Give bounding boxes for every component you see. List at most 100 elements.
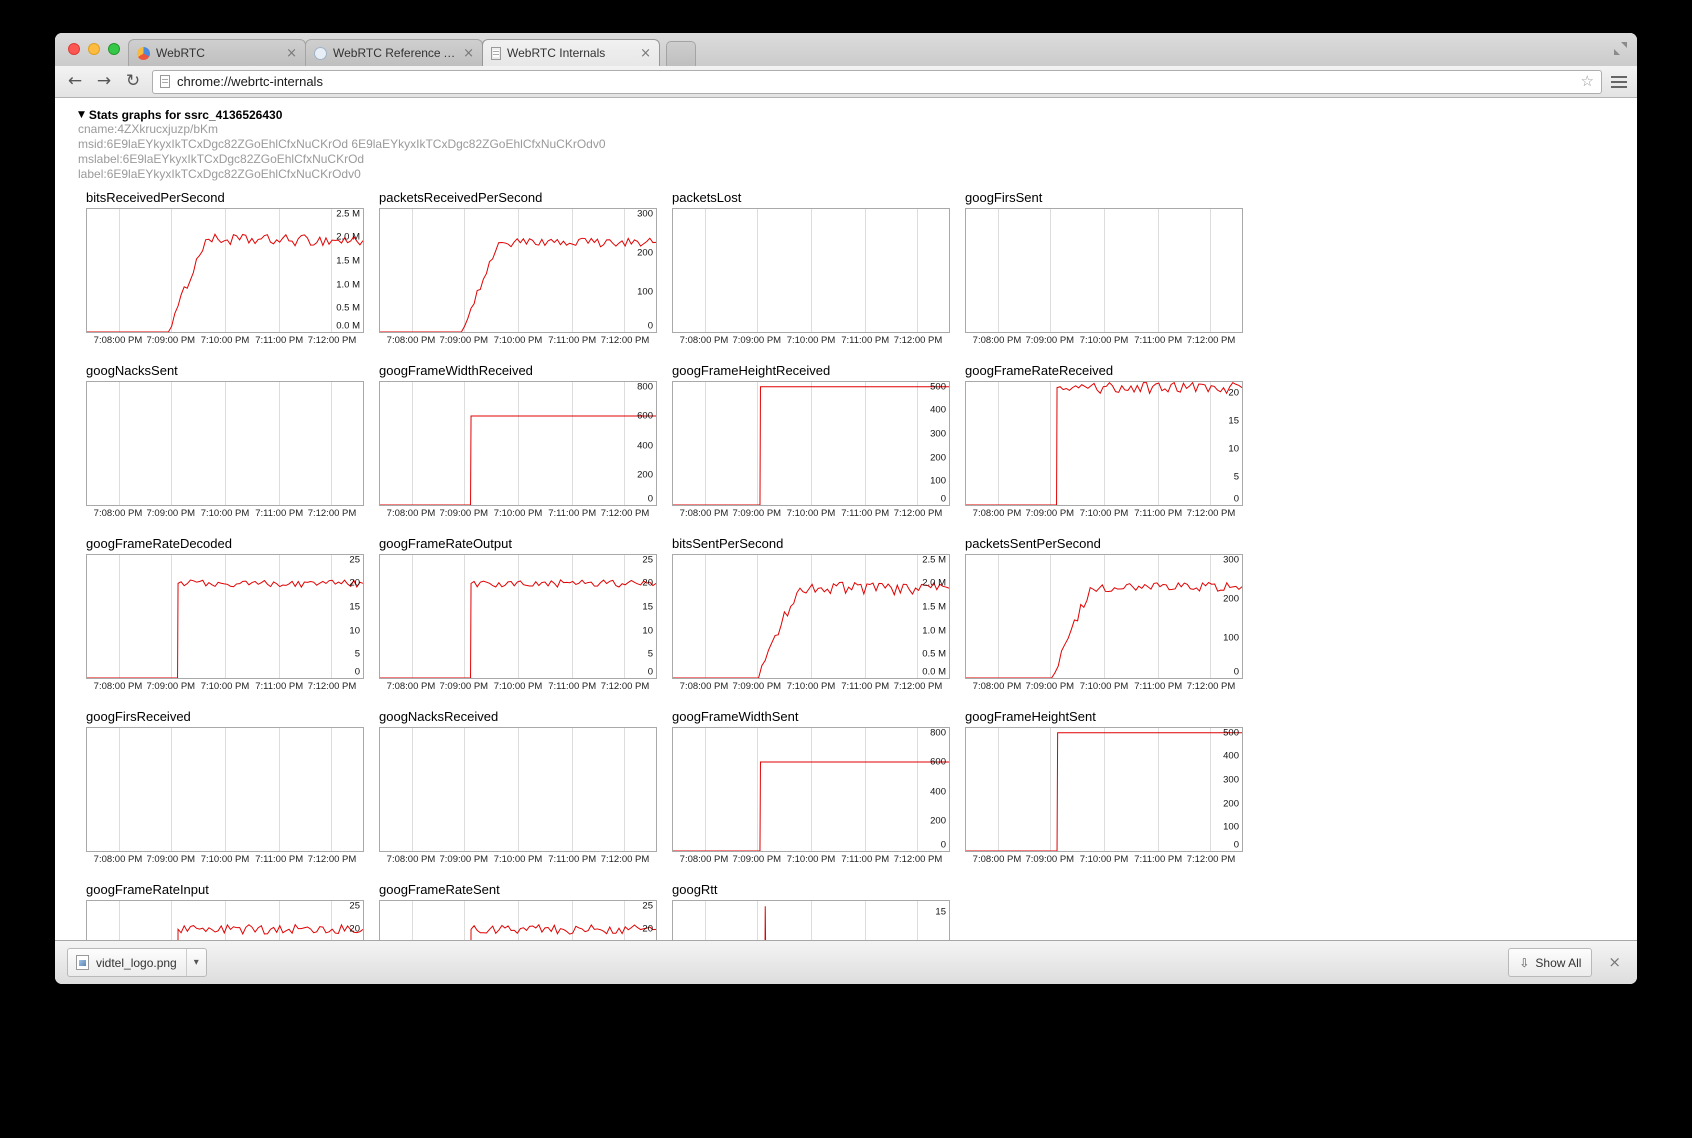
chart-xaxis: 7:08:00 PM7:09:00 PM7:10:00 PM7:11:00 PM… bbox=[965, 681, 1243, 694]
downloads-bar: vidtel_logo.png ▾ ⇩ Show All × bbox=[55, 940, 1637, 984]
download-item[interactable]: vidtel_logo.png ▾ bbox=[67, 948, 207, 977]
address-bar[interactable]: chrome://webrtc-internals ☆ bbox=[152, 70, 1602, 94]
chart-plot: 3002001000 bbox=[379, 208, 657, 333]
chart-line-svg bbox=[673, 728, 949, 851]
x-tick-label: 7:11:00 PM bbox=[841, 681, 889, 692]
chart-xaxis: 7:08:00 PM7:09:00 PM7:10:00 PM7:11:00 PM… bbox=[965, 335, 1243, 348]
chart-plot: 2520151050 bbox=[379, 900, 657, 940]
stats-graphs-heading[interactable]: ▼ Stats graphs for ssrc_4136526430 bbox=[78, 108, 1637, 122]
x-tick-label: 7:08:00 PM bbox=[94, 508, 143, 519]
image-file-icon bbox=[76, 955, 89, 970]
chart-xaxis: 7:08:00 PM7:09:00 PM7:10:00 PM7:11:00 PM… bbox=[379, 854, 657, 867]
stat-chart: googFrameRateDecoded 2520151050 7:08:00 … bbox=[86, 536, 379, 709]
window-close-button[interactable] bbox=[68, 43, 80, 55]
y-tick-label: 5 bbox=[648, 649, 653, 660]
menu-icon[interactable] bbox=[1611, 76, 1627, 88]
y-tick-label: 0 bbox=[941, 839, 946, 850]
y-tick-label: 2.5 M bbox=[922, 554, 946, 565]
tab-title: WebRTC Reference App bbox=[333, 46, 457, 60]
x-tick-label: 7:12:00 PM bbox=[1187, 681, 1236, 692]
download-menu-caret-icon[interactable]: ▾ bbox=[186, 949, 206, 976]
chart-plot bbox=[379, 727, 657, 852]
downloads-close-icon[interactable]: × bbox=[1608, 955, 1621, 970]
x-tick-label: 7:09:00 PM bbox=[146, 335, 195, 346]
y-tick-label: 200 bbox=[1223, 593, 1239, 604]
stat-chart: googNacksReceived 7:08:00 PM7:09:00 PM7:… bbox=[379, 709, 672, 882]
chart-line-svg bbox=[380, 382, 656, 505]
charts-grid: bitsReceivedPerSecond 2.5 M2.0 M1.5 M1.0… bbox=[86, 190, 1637, 940]
bookmark-star-icon[interactable]: ☆ bbox=[1581, 74, 1594, 89]
stat-chart: googFrameRateOutput 2520151050 7:08:00 P… bbox=[379, 536, 672, 709]
tab-webrtc-internals[interactable]: WebRTC Internals × bbox=[482, 39, 660, 66]
show-all-button[interactable]: ⇩ Show All bbox=[1508, 948, 1592, 977]
stat-chart: googFrameRateSent 2520151050 7:08:00 PM7… bbox=[379, 882, 672, 940]
tab-close-icon[interactable]: × bbox=[286, 47, 297, 60]
gridline bbox=[119, 382, 120, 505]
tab-webrtc-reference-app[interactable]: WebRTC Reference App × bbox=[305, 39, 483, 66]
x-tick-label: 7:09:00 PM bbox=[439, 854, 488, 865]
chart-title: googFrameRateReceived bbox=[965, 363, 1258, 378]
gridline bbox=[119, 728, 120, 851]
y-tick-label: 100 bbox=[1223, 822, 1239, 833]
x-tick-label: 7:09:00 PM bbox=[146, 854, 195, 865]
chart-xaxis: 7:08:00 PM7:09:00 PM7:10:00 PM7:11:00 PM… bbox=[379, 508, 657, 521]
x-tick-label: 7:10:00 PM bbox=[201, 508, 250, 519]
download-arrow-icon: ⇩ bbox=[1519, 956, 1529, 970]
y-tick-label: 15 bbox=[642, 602, 653, 613]
x-tick-label: 7:09:00 PM bbox=[732, 681, 781, 692]
x-tick-label: 7:08:00 PM bbox=[387, 335, 436, 346]
chart-plot: 2.5 M2.0 M1.5 M1.0 M0.5 M0.0 M bbox=[672, 554, 950, 679]
fullscreen-icon[interactable] bbox=[1614, 42, 1627, 55]
x-tick-label: 7:12:00 PM bbox=[1187, 508, 1236, 519]
forward-icon[interactable]: → bbox=[94, 73, 114, 90]
x-tick-label: 7:10:00 PM bbox=[787, 854, 836, 865]
y-tick-label: 20 bbox=[349, 578, 360, 589]
chart-title: googNacksSent bbox=[86, 363, 379, 378]
x-tick-label: 7:08:00 PM bbox=[94, 854, 143, 865]
chart-xaxis: 7:08:00 PM7:09:00 PM7:10:00 PM7:11:00 PM… bbox=[86, 854, 364, 867]
tab-close-icon[interactable]: × bbox=[463, 47, 474, 60]
x-tick-label: 7:10:00 PM bbox=[1080, 854, 1129, 865]
chart-plot: 2.5 M2.0 M1.5 M1.0 M0.5 M0.0 M bbox=[86, 208, 364, 333]
meta-mslabel: mslabel:6E9laEYkyxIkTCxDgc82ZGoEhlCfxNuC… bbox=[78, 152, 1637, 167]
chart-xaxis: 7:08:00 PM7:09:00 PM7:10:00 PM7:11:00 PM… bbox=[672, 854, 950, 867]
y-tick-label: 600 bbox=[930, 757, 946, 768]
x-tick-label: 7:12:00 PM bbox=[894, 335, 943, 346]
webrtc-favicon-icon bbox=[137, 47, 150, 60]
x-tick-label: 7:12:00 PM bbox=[601, 335, 650, 346]
reload-icon[interactable]: ↻ bbox=[123, 73, 143, 90]
x-tick-label: 7:11:00 PM bbox=[1134, 681, 1182, 692]
x-tick-label: 7:08:00 PM bbox=[973, 508, 1022, 519]
gridline bbox=[279, 728, 280, 851]
gridline bbox=[518, 728, 519, 851]
chart-title: googFrameWidthSent bbox=[672, 709, 965, 724]
y-tick-label: 10 bbox=[1228, 444, 1239, 455]
back-icon[interactable]: ← bbox=[65, 73, 85, 90]
y-tick-label: 10 bbox=[642, 625, 653, 636]
traffic-lights bbox=[68, 43, 120, 55]
tab-webrtc[interactable]: WebRTC × bbox=[128, 39, 306, 66]
tab-close-icon[interactable]: × bbox=[640, 47, 651, 60]
url-text[interactable]: chrome://webrtc-internals bbox=[177, 74, 323, 89]
new-tab-button[interactable] bbox=[666, 41, 696, 66]
x-tick-label: 7:09:00 PM bbox=[439, 681, 488, 692]
x-tick-label: 7:10:00 PM bbox=[1080, 335, 1129, 346]
chart-line-svg bbox=[673, 901, 949, 940]
y-tick-label: 300 bbox=[930, 429, 946, 440]
window-zoom-button[interactable] bbox=[108, 43, 120, 55]
stat-chart: packetsReceivedPerSecond 3002001000 7:08… bbox=[379, 190, 672, 363]
y-tick-label: 200 bbox=[930, 816, 946, 827]
y-tick-label: 0.5 M bbox=[336, 303, 360, 314]
chart-xaxis: 7:08:00 PM7:09:00 PM7:10:00 PM7:11:00 PM… bbox=[672, 681, 950, 694]
window-minimize-button[interactable] bbox=[88, 43, 100, 55]
chart-plot bbox=[965, 208, 1243, 333]
stat-chart: googFrameRateInput 2520151050 7:08:00 PM… bbox=[86, 882, 379, 940]
y-tick-label: 2.5 M bbox=[336, 208, 360, 219]
chart-plot bbox=[86, 381, 364, 506]
x-tick-label: 7:10:00 PM bbox=[787, 681, 836, 692]
x-tick-label: 7:12:00 PM bbox=[308, 335, 357, 346]
chart-title: googFrameRateOutput bbox=[379, 536, 672, 551]
tabs: WebRTC × WebRTC Reference App × WebRTC I… bbox=[128, 39, 696, 66]
gridline bbox=[171, 728, 172, 851]
x-tick-label: 7:11:00 PM bbox=[548, 508, 596, 519]
